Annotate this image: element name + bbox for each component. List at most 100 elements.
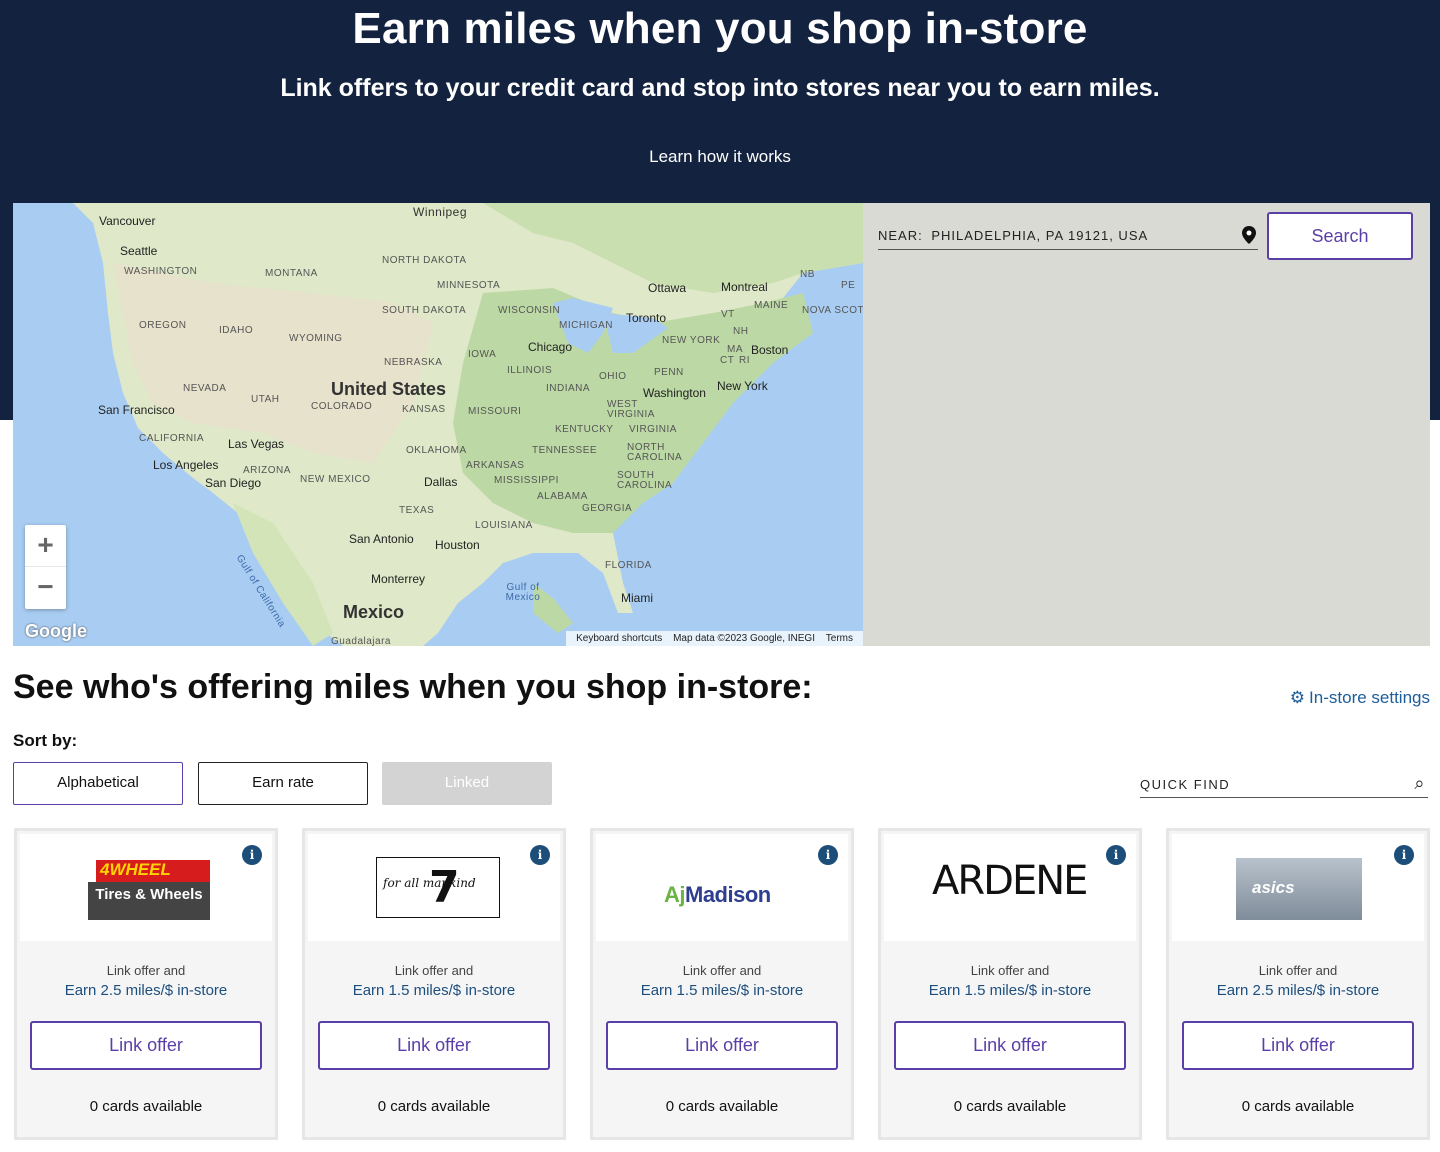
map-mexico-label: Mexico (343, 602, 405, 622)
link-offer-text: Link offer and (106, 963, 186, 978)
offer-card: 4WHEEL PARTS Tires & Wheels i Link offer… (14, 828, 278, 1140)
map-state-ma: MA (727, 344, 743, 355)
map-state-michigan: MICHIGAN (559, 320, 613, 331)
map-state-florida: FLORIDA (605, 560, 652, 571)
merchant-logo: asics i (1172, 834, 1424, 941)
map-state-louisiana: LOUISIANA (475, 520, 533, 531)
map-state-ct: CT (720, 355, 735, 366)
map-data-credit: Map data ©2023 Google, INEGI (673, 633, 815, 644)
link-offer-button[interactable]: Link offer (318, 1021, 550, 1070)
link-offer-button[interactable]: Link offer (606, 1021, 838, 1070)
cards-available-text: 0 cards available (377, 1098, 491, 1115)
earn-rate-text: Earn 1.5 miles/$ in-store (352, 982, 516, 999)
link-offer-text: Link offer and (970, 963, 1050, 978)
map-state-kansas: KANSAS (402, 404, 446, 415)
map-city-winnipeg: Winnipeg (413, 205, 468, 219)
map-state-maine: MAINE (754, 300, 789, 311)
link-offer-button[interactable]: Link offer (30, 1021, 262, 1070)
link-offer-text: Link offer and (394, 963, 474, 978)
quick-find-input[interactable]: QUICK FIND ⌕ (1140, 772, 1428, 798)
sort-by-label: Sort by: (13, 731, 78, 750)
in-store-settings-link[interactable]: ⚙ In-store settings (1290, 688, 1430, 708)
map-city-boston: Boston (751, 343, 789, 357)
merchant-logo: for all mankind 7 i (308, 834, 560, 941)
info-icon[interactable]: i (242, 845, 262, 865)
map-state-alabama: ALABAMA (537, 491, 588, 502)
map-state-utah: UTAH (251, 394, 280, 405)
sort-linked-button[interactable]: Linked (382, 762, 552, 805)
info-icon[interactable]: i (1394, 845, 1414, 865)
link-offer-button[interactable]: Link offer (1182, 1021, 1414, 1070)
cards-available-text: 0 cards available (953, 1098, 1067, 1115)
seven-for-all-mankind-logo: for all mankind 7 (376, 857, 500, 918)
map-state-arkansas: ARKANSAS (466, 460, 525, 471)
map-state-pe: PE (841, 280, 856, 291)
ajmadison-logo: AjMadison (664, 882, 771, 907)
map-state-vt: VT (721, 309, 735, 320)
map-city-san-antonio: San Antonio (349, 532, 414, 546)
map-city-washington: Washington (643, 386, 706, 400)
earn-rate-text: Earn 2.5 miles/$ in-store (64, 982, 228, 999)
map-state-georgia: GEORGIA (582, 503, 633, 514)
map-city-las-vegas: Las Vegas (228, 437, 285, 451)
map-zoom-control: + − (25, 525, 66, 609)
map-city-montreal: Montreal (721, 280, 768, 294)
info-icon[interactable]: i (818, 845, 838, 865)
quick-find-placeholder: QUICK FIND (1140, 777, 1231, 792)
map-city-vancouver: Vancouver (99, 214, 156, 228)
map-state-colorado: COLORADO (311, 401, 373, 412)
map-state-north-dakota: NORTH DAKOTA (382, 255, 467, 266)
learn-how-link[interactable]: Learn how it works (0, 147, 1440, 167)
merchant-logo: 4WHEEL PARTS Tires & Wheels i (20, 834, 272, 941)
map-city-new-york: New York (717, 379, 768, 393)
zoom-out-button[interactable]: − (25, 567, 66, 609)
4wheel-parts-logo: 4WHEEL PARTS Tires & Wheels (88, 860, 210, 920)
info-icon[interactable]: i (1106, 845, 1126, 865)
merchant-logo: AjMadison i (596, 834, 848, 941)
map-state-north-carolina: NORTH CAROLINA (627, 442, 683, 463)
map-state-mississippi: MISSISSIPPI (494, 475, 559, 486)
map-state-indiana: INDIANA (546, 383, 591, 394)
map-state-nb: NB (800, 269, 815, 280)
info-icon[interactable]: i (530, 845, 550, 865)
sort-alphabetical-button[interactable]: Alphabetical (13, 762, 183, 805)
keyboard-shortcuts-link[interactable]: Keyboard shortcuts (576, 633, 662, 644)
link-offer-button[interactable]: Link offer (894, 1021, 1126, 1070)
map-state-kentucky: KENTUCKY (555, 424, 614, 435)
map-city-toronto: Toronto (626, 311, 667, 325)
zoom-in-button[interactable]: + (25, 525, 66, 567)
map-city-houston: Houston (435, 538, 480, 552)
map-state-nova-scotia: NOVA SCOT (802, 305, 863, 316)
google-logo: Google (25, 621, 87, 641)
map-state-missouri: MISSOURI (468, 406, 522, 417)
map-state-illinois: ILLINOIS (507, 365, 553, 376)
map-state-arizona: ARIZONA (243, 465, 291, 476)
map-view[interactable]: Winnipeg Vancouver Seattle Ottawa Montre… (13, 203, 863, 646)
earn-rate-text: Earn 2.5 miles/$ in-store (1216, 982, 1380, 999)
sort-earn-rate-button[interactable]: Earn rate (198, 762, 368, 805)
search-button[interactable]: Search (1267, 212, 1413, 260)
map-city-monterrey: Monterrey (371, 572, 426, 586)
near-label: NEAR: (878, 228, 923, 243)
map-state-virginia: VIRGINIA (629, 424, 677, 435)
link-offer-text: Link offer and (682, 963, 762, 978)
terms-link[interactable]: Terms (826, 633, 853, 644)
map-state-california: CALIFORNIA (139, 433, 205, 444)
hero-subtitle: Link offers to your credit card and stop… (280, 74, 1160, 102)
map-water-gulf-mexico: Gulf of Mexico (505, 582, 541, 603)
map-state-oklahoma: OKLAHOMA (406, 445, 467, 456)
hero-title: Earn miles when you shop in-store (352, 4, 1088, 53)
near-value: PHILADELPHIA, PA 19121, USA (931, 228, 1149, 243)
map-state-minnesota: MINNESOTA (437, 280, 501, 291)
map-state-new-mexico: NEW MEXICO (300, 474, 371, 485)
map-state-montana: MONTANA (265, 268, 318, 279)
location-input[interactable]: NEAR: PHILADELPHIA, PA 19121, USA (878, 226, 1258, 250)
map-state-iowa: IOWA (468, 349, 497, 360)
location-pin-icon[interactable] (1242, 226, 1256, 244)
search-icon[interactable]: ⌕ (1414, 773, 1426, 794)
map-city-san-francisco: San Francisco (98, 403, 175, 417)
map-state-wisconsin: WISCONSIN (498, 305, 561, 316)
map-city-los-angeles: Los Angeles (153, 458, 219, 472)
map-city-san-diego: San Diego (205, 476, 262, 490)
map-state-nevada: NEVADA (183, 383, 227, 394)
